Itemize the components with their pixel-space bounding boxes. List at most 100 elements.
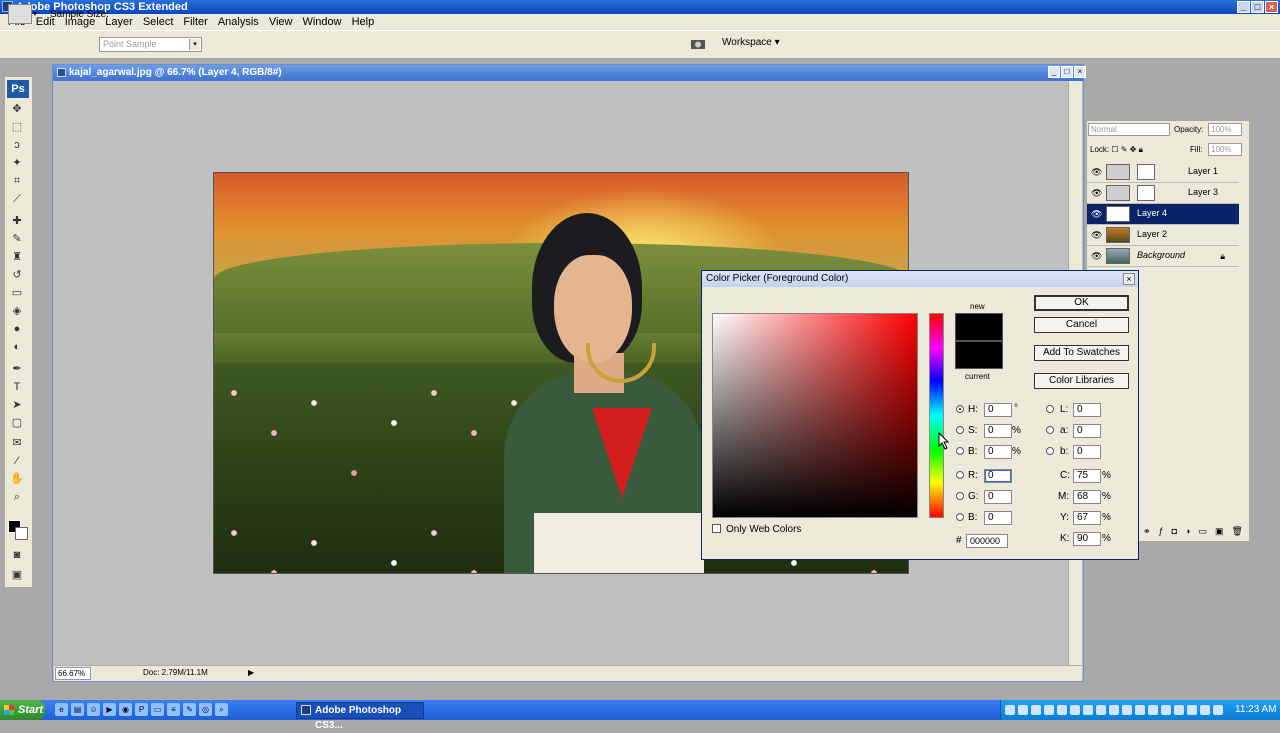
- taskbar-photoshop-button[interactable]: Adobe Photoshop CS3...: [296, 702, 424, 731]
- layer-mask-thumbnail[interactable]: [1137, 185, 1155, 201]
- dodge-tool-icon[interactable]: ◐: [9, 340, 25, 354]
- add-mask-icon[interactable]: ◘: [1172, 526, 1177, 540]
- notes-tool-icon[interactable]: ✉: [9, 436, 25, 450]
- green-radio[interactable]: [956, 492, 964, 500]
- doc-close-button[interactable]: ×: [1074, 66, 1086, 78]
- green-field[interactable]: 0: [984, 490, 1012, 504]
- play-arrow-icon[interactable]: ▶: [248, 668, 254, 677]
- new-group-icon[interactable]: ▭: [1198, 526, 1207, 540]
- eye-icon[interactable]: 👁︎: [1091, 209, 1103, 219]
- lab-b-field[interactable]: 0: [1073, 445, 1101, 459]
- messenger-icon[interactable]: ☺: [87, 703, 100, 716]
- hand-tool-icon[interactable]: ✋: [9, 472, 25, 486]
- firefox-icon[interactable]: ◉: [119, 703, 132, 716]
- path-selection-tool-icon[interactable]: ➤: [9, 398, 25, 412]
- quick-mask-icon[interactable]: ◙: [9, 548, 25, 562]
- photoshop-icon[interactable]: P: [135, 703, 148, 716]
- eye-icon[interactable]: 👁︎: [1091, 251, 1103, 261]
- tray-icon[interactable]: [1083, 705, 1093, 715]
- network-icon[interactable]: ≡: [167, 703, 180, 716]
- menu-view[interactable]: View: [264, 16, 298, 28]
- start-button[interactable]: Start: [0, 700, 45, 720]
- lab-l-field[interactable]: 0: [1073, 403, 1101, 417]
- crop-tool-icon[interactable]: ⌗: [9, 174, 25, 188]
- saturation-field[interactable]: 0: [984, 424, 1012, 438]
- menu-filter[interactable]: Filter: [178, 16, 212, 28]
- chrome-icon[interactable]: ◎: [199, 703, 212, 716]
- blend-mode-select[interactable]: Normal: [1088, 123, 1170, 136]
- menu-window[interactable]: Window: [297, 16, 346, 28]
- menu-help[interactable]: Help: [347, 16, 380, 28]
- brightness-radio[interactable]: [956, 447, 964, 455]
- tray-icon[interactable]: [1161, 705, 1171, 715]
- delete-layer-icon[interactable]: 🗑︎: [1231, 526, 1242, 540]
- eye-icon[interactable]: 👁︎: [1091, 167, 1103, 177]
- layer-row-background[interactable]: 👁︎ Background 🔒︎: [1087, 246, 1239, 267]
- menu-analysis[interactable]: Analysis: [213, 16, 264, 28]
- tray-icon[interactable]: [1148, 705, 1158, 715]
- layer-row-layer-3[interactable]: 👁︎ Layer 3: [1087, 183, 1239, 204]
- blur-tool-icon[interactable]: ●: [9, 322, 25, 336]
- lab-b-radio[interactable]: [1046, 447, 1054, 455]
- hex-field[interactable]: 000000: [966, 534, 1008, 548]
- eraser-tool-icon[interactable]: ▭: [9, 286, 25, 300]
- close-icon[interactable]: ×: [1123, 273, 1135, 285]
- tray-icon[interactable]: [1044, 705, 1054, 715]
- eye-icon[interactable]: 👁︎: [1091, 188, 1103, 198]
- eye-icon[interactable]: 👁︎: [1091, 230, 1103, 240]
- tray-icon[interactable]: [1174, 705, 1184, 715]
- ie-icon[interactable]: e: [55, 703, 68, 716]
- tray-icon[interactable]: [1031, 705, 1041, 715]
- layer-style-icon[interactable]: ƒ: [1159, 526, 1164, 540]
- maximize-button[interactable]: □: [1251, 1, 1264, 13]
- sample-size-select[interactable]: Point Sample ▾: [99, 37, 202, 52]
- tray-icon[interactable]: [1018, 705, 1028, 715]
- clone-stamp-tool-icon[interactable]: ♜: [9, 250, 25, 264]
- doc-maximize-button[interactable]: □: [1061, 66, 1073, 78]
- close-button[interactable]: ×: [1265, 1, 1278, 13]
- red-field[interactable]: 0: [984, 469, 1012, 483]
- blue-field[interactable]: 0: [984, 511, 1012, 525]
- tray-icon[interactable]: [1070, 705, 1080, 715]
- search-icon[interactable]: ⌕: [215, 703, 228, 716]
- tray-icon[interactable]: [1200, 705, 1210, 715]
- eyedropper-tool-icon[interactable]: ⁄: [9, 454, 25, 468]
- eyedropper-tool-preset-icon[interactable]: [8, 4, 32, 24]
- layer-row-layer-2[interactable]: 👁︎ Layer 2: [1087, 225, 1239, 246]
- workspace-menu[interactable]: Workspace ▾: [722, 37, 780, 48]
- background-color-swatch[interactable]: [15, 527, 28, 540]
- magenta-field[interactable]: 68: [1073, 490, 1101, 504]
- screen-mode-icon[interactable]: ▣: [9, 568, 25, 582]
- marquee-tool-icon[interactable]: ⬚: [9, 120, 25, 134]
- pen-tool-icon[interactable]: ✒: [9, 362, 25, 376]
- color-field[interactable]: [712, 313, 918, 518]
- saturation-radio[interactable]: [956, 426, 964, 434]
- media-icon[interactable]: ▶: [103, 703, 116, 716]
- minimize-button[interactable]: _: [1237, 1, 1250, 13]
- shape-tool-icon[interactable]: ▢: [9, 416, 25, 430]
- edit-icon[interactable]: ✎: [183, 703, 196, 716]
- bridge-icon[interactable]: [688, 35, 710, 53]
- fill-field[interactable]: 100%: [1208, 143, 1242, 156]
- healing-brush-tool-icon[interactable]: ✚: [9, 214, 25, 228]
- link-layers-icon[interactable]: ⚭: [1143, 526, 1151, 540]
- hue-slider[interactable]: [929, 313, 944, 518]
- lab-a-field[interactable]: 0: [1073, 424, 1101, 438]
- red-radio[interactable]: [956, 471, 964, 479]
- layer-row-layer-4[interactable]: 👁︎ Layer 4: [1087, 204, 1239, 225]
- folder-icon[interactable]: ▭: [151, 703, 164, 716]
- zoom-level-field[interactable]: 66.67%: [55, 667, 91, 680]
- current-color-swatch[interactable]: [955, 341, 1003, 369]
- layer-row-layer-1[interactable]: 👁︎ Layer 1: [1087, 162, 1239, 183]
- brightness-field[interactable]: 0: [984, 445, 1012, 459]
- only-web-colors-checkbox[interactable]: [712, 524, 721, 533]
- color-libraries-button[interactable]: Color Libraries: [1034, 373, 1129, 389]
- add-to-swatches-button[interactable]: Add To Swatches: [1034, 345, 1129, 361]
- brush-tool-icon[interactable]: ✎: [9, 232, 25, 246]
- tray-icon[interactable]: [1057, 705, 1067, 715]
- explorer-icon[interactable]: ▤: [71, 703, 84, 716]
- tray-icon[interactable]: [1109, 705, 1119, 715]
- lab-a-radio[interactable]: [1046, 426, 1054, 434]
- blue-radio[interactable]: [956, 513, 964, 521]
- tray-icon[interactable]: [1213, 705, 1223, 715]
